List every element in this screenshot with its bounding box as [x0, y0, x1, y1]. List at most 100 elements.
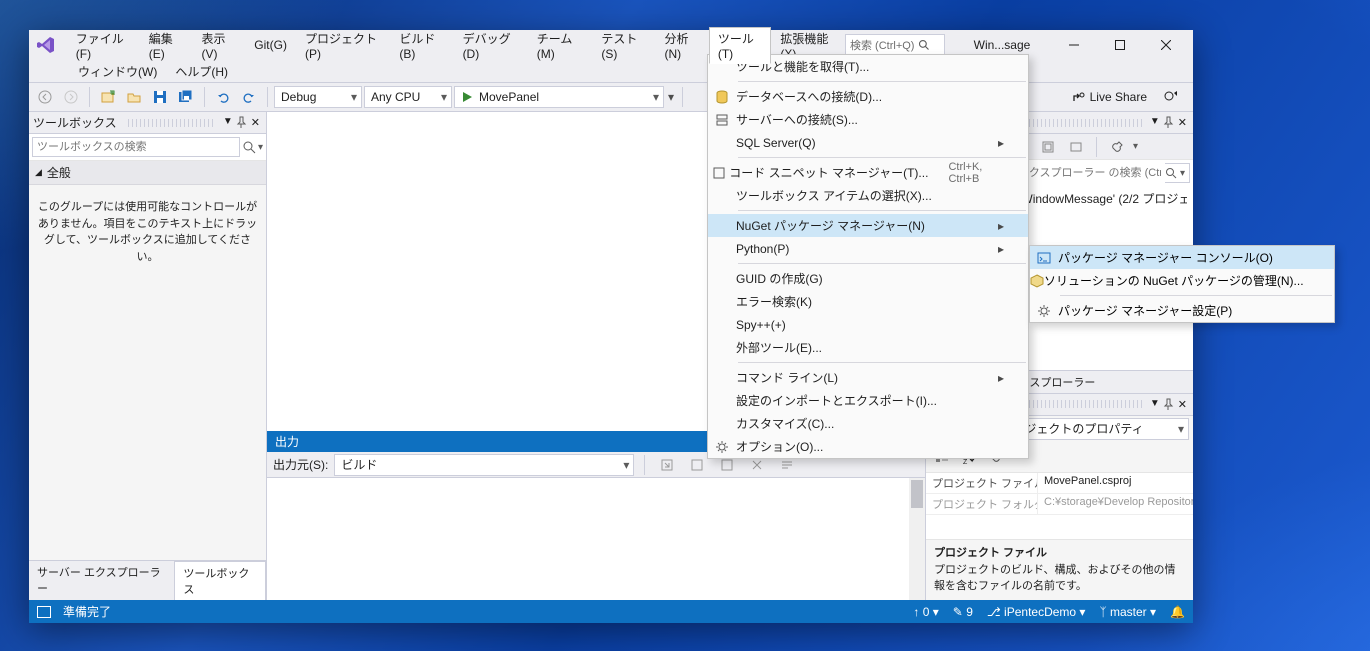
search-icon[interactable] — [242, 140, 256, 154]
tools-server-connect[interactable]: サーバーへの接続(S)... — [708, 108, 1028, 131]
menu-project[interactable]: プロジェクト(P) — [296, 27, 390, 64]
nuget-console[interactable]: パッケージ マネージャー コンソール(O) — [1030, 246, 1334, 269]
live-share-icon — [1071, 90, 1085, 104]
tools-create-guid[interactable]: GUID の作成(G) — [708, 267, 1028, 290]
quick-search[interactable]: 検索 (Ctrl+Q) — [845, 34, 945, 56]
maximize-button[interactable] — [1097, 31, 1143, 59]
menu-build[interactable]: ビルド(B) — [390, 27, 453, 64]
menu-tools[interactable]: ツール(T) — [709, 27, 772, 64]
sln-collapse-button[interactable] — [1036, 135, 1060, 159]
search-icon[interactable] — [1165, 167, 1177, 179]
search-icon — [918, 39, 930, 51]
props-grid: プロジェクト ファイル MovePanel.csproj プロジェクト フォルダ… — [926, 473, 1193, 539]
menu-analyze[interactable]: 分析(N) — [656, 27, 709, 64]
toolbox-pane: ツールボックス ▼ ✕ ▾ ◢全般 このグループには使用可能なコントロールがあり… — [29, 112, 267, 600]
new-project-button[interactable] — [96, 85, 120, 109]
props-row-label: プロジェクト フォルダー — [926, 494, 1038, 514]
nav-forward-button[interactable] — [59, 85, 83, 109]
save-all-button[interactable] — [174, 85, 198, 109]
gear-icon — [715, 440, 729, 454]
config-combo[interactable]: Debug▾ — [274, 86, 362, 108]
menu-debug[interactable]: デバッグ(D) — [454, 27, 528, 64]
output-source-combo[interactable]: ビルド▾ — [334, 454, 634, 476]
menu-team[interactable]: チーム(M) — [528, 27, 593, 64]
status-notifications-icon[interactable]: 🔔 — [1170, 605, 1185, 619]
tools-spy[interactable]: Spy++(+) — [708, 313, 1028, 336]
toolbox-general-label: 全般 — [47, 164, 71, 181]
close-pane-icon[interactable]: ✕ — [1176, 398, 1189, 411]
platform-combo[interactable]: Any CPU▾ — [364, 86, 452, 108]
tools-external[interactable]: 外部ツール(E)... — [708, 336, 1028, 359]
solution-name: Win...sage — [953, 38, 1051, 52]
vs-window: ファイル(F) 編集(E) 表示(V) Git(G) プロジェクト(P) ビルド… — [29, 30, 1193, 623]
tools-options[interactable]: オプション(O)... — [708, 435, 1028, 458]
menu-test[interactable]: テスト(S) — [592, 27, 655, 64]
menu-git[interactable]: Git(G) — [245, 35, 296, 55]
tools-sql-server[interactable]: SQL Server(Q)▸ — [708, 131, 1028, 154]
tools-python[interactable]: Python(P)▸ — [708, 237, 1028, 260]
status-repo[interactable]: ⎇ iPentecDemo ▾ — [987, 605, 1086, 619]
sln-showall-button[interactable] — [1064, 135, 1088, 159]
tools-nuget[interactable]: NuGet パッケージ マネージャー(N)▸ — [708, 214, 1028, 237]
package-icon — [1030, 274, 1044, 288]
window-menu-icon[interactable]: ▼ — [223, 116, 233, 129]
props-description: プロジェクト ファイル プロジェクトのビルド、構成、およびその他の情報を含むファ… — [926, 539, 1193, 600]
sln-properties-button[interactable] — [1105, 135, 1129, 159]
nuget-submenu: パッケージ マネージャー コンソール(O) ソリューションの NuGet パッケ… — [1029, 245, 1335, 323]
nuget-settings[interactable]: パッケージ マネージャー設定(P) — [1030, 299, 1334, 322]
status-branch[interactable]: ᛉ master ▾ — [1099, 605, 1156, 619]
tools-import-export[interactable]: 設定のインポートとエクスポート(I)... — [708, 389, 1028, 412]
close-pane-icon[interactable]: ✕ — [249, 116, 262, 129]
menu-view[interactable]: 表示(V) — [193, 27, 246, 64]
save-button[interactable] — [148, 85, 172, 109]
tab-toolbox[interactable]: ツールボックス — [174, 561, 266, 601]
props-row-file[interactable]: プロジェクト ファイル MovePanel.csproj — [926, 473, 1193, 494]
output-source-value: ビルド — [341, 456, 377, 473]
database-icon — [715, 90, 729, 104]
open-button[interactable] — [122, 85, 146, 109]
output-scrollbar[interactable] — [909, 478, 925, 600]
tools-customize[interactable]: カスタマイズ(C)... — [708, 412, 1028, 435]
toolbox-header: ツールボックス ▼ ✕ — [29, 112, 266, 134]
tools-db-connect[interactable]: データベースへの接続(D)... — [708, 85, 1028, 108]
menu-file[interactable]: ファイル(F) — [67, 27, 140, 64]
tab-server-explorer[interactable]: サーバー エクスプローラー — [29, 561, 174, 600]
output-goto-button[interactable] — [655, 453, 679, 477]
status-window-icon — [37, 606, 51, 618]
tools-error-lookup[interactable]: エラー検索(K) — [708, 290, 1028, 313]
toolbox-category-general[interactable]: ◢全般 — [29, 161, 266, 185]
startup-combo[interactable]: MovePanel▾ — [454, 86, 664, 108]
pin-icon[interactable] — [1162, 398, 1174, 410]
gear-icon — [1037, 304, 1051, 318]
props-row-folder[interactable]: プロジェクト フォルダー C:¥storage¥Develop Reposito… — [926, 494, 1193, 515]
window-menu-icon[interactable]: ▼ — [1150, 116, 1160, 129]
output-prev-button[interactable] — [685, 453, 709, 477]
toolbox-search-input[interactable] — [32, 137, 240, 157]
nav-back-button[interactable] — [33, 85, 57, 109]
tools-cmdline[interactable]: コマンド ライン(L)▸ — [708, 366, 1028, 389]
output-body — [267, 478, 925, 600]
undo-button[interactable] — [211, 85, 235, 109]
window-menu-icon[interactable]: ▼ — [1150, 398, 1160, 411]
close-pane-icon[interactable]: ✕ — [1176, 116, 1189, 129]
tools-snippets[interactable]: コード スニペット マネージャー(T)...Ctrl+K, Ctrl+B — [708, 161, 1028, 184]
pin-icon[interactable] — [1162, 116, 1174, 128]
tools-toolbox-items[interactable]: ツールボックス アイテムの選択(X)... — [708, 184, 1028, 207]
toolbox-title: ツールボックス — [33, 114, 117, 131]
live-share-button[interactable]: Live Share — [1065, 88, 1153, 106]
status-changes[interactable]: ✎ 9 — [953, 605, 973, 619]
menu-window[interactable]: ウィンドウ(W) — [69, 60, 166, 83]
grip-dots[interactable] — [125, 119, 215, 127]
close-button[interactable] — [1143, 31, 1189, 59]
menu-edit[interactable]: 編集(E) — [140, 27, 193, 64]
pin-icon[interactable] — [235, 116, 247, 128]
status-push[interactable]: ↑ 0 ▾ — [913, 605, 938, 619]
snippet-icon — [712, 166, 726, 180]
menu-help[interactable]: ヘルプ(H) — [166, 60, 237, 83]
minimize-button[interactable] — [1051, 31, 1097, 59]
feedback-button[interactable] — [1159, 85, 1183, 109]
left-tabs: サーバー エクスプローラー ツールボックス — [29, 560, 266, 600]
toolbox-search-row: ▾ — [29, 134, 266, 161]
redo-button[interactable] — [237, 85, 261, 109]
nuget-manage[interactable]: ソリューションの NuGet パッケージの管理(N)... — [1030, 269, 1334, 292]
